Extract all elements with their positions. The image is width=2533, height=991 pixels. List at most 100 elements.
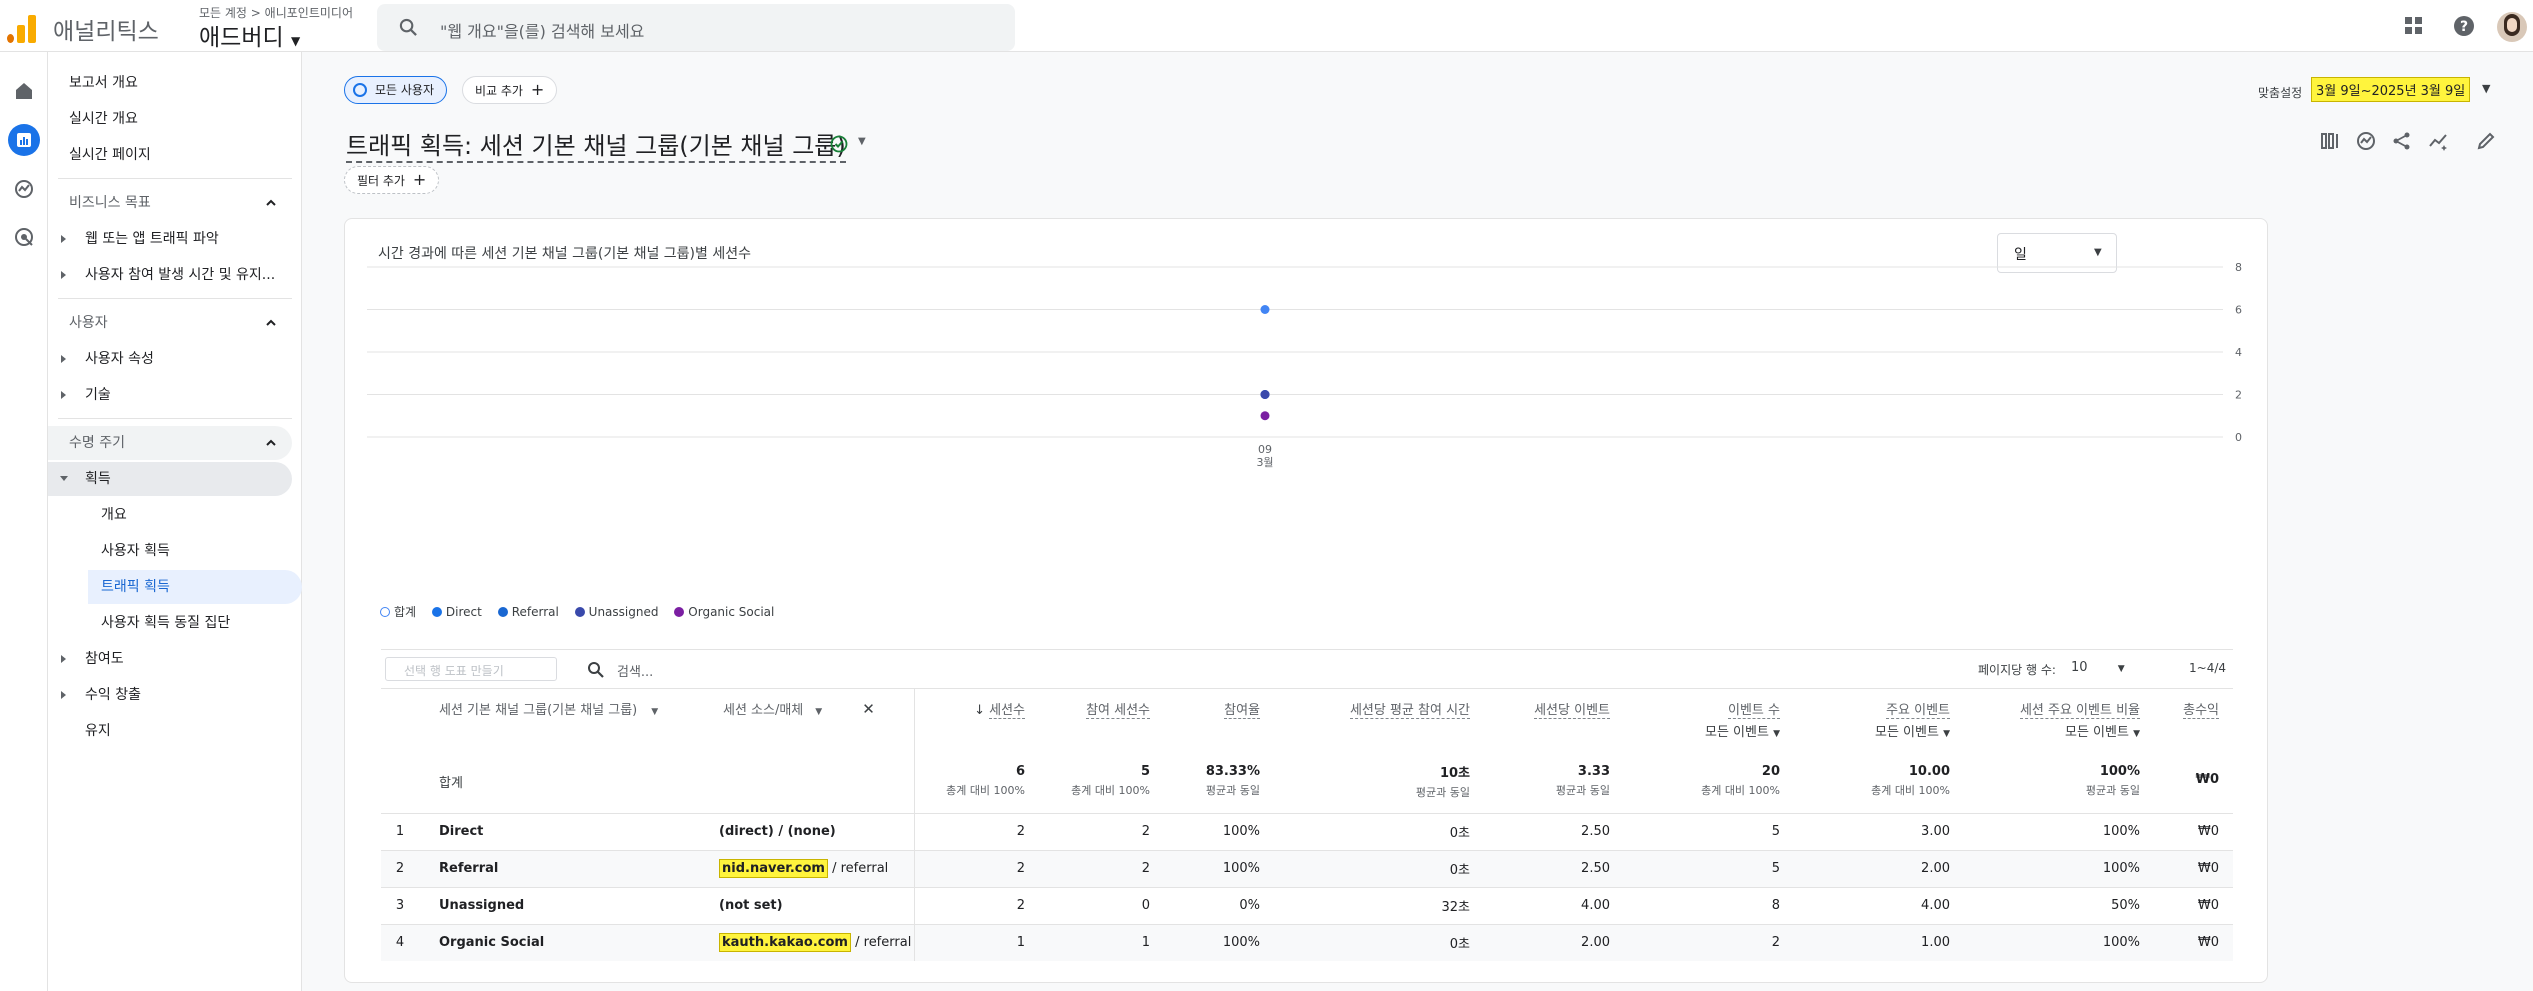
y-tick-label: 4: [2235, 346, 2242, 359]
total-cell: 20 총계 대비 100%: [1624, 748, 1794, 813]
col-header-event-count[interactable]: 이벤트 수 모든 이벤트 ▼: [1624, 689, 1794, 749]
nav-item-traffic-acquisition[interactable]: 트래픽 획득: [101, 570, 170, 604]
explore-icon[interactable]: [8, 173, 40, 205]
collapse-arrow-icon[interactable]: [60, 476, 68, 481]
legend-item-total[interactable]: 합계: [380, 603, 416, 620]
date-range-picker[interactable]: 3월 9일~2025년 3월 9일: [2311, 77, 2471, 102]
nav-item-monetization[interactable]: 수익 창출: [85, 678, 141, 712]
nav-item-realtime-overview[interactable]: 실시간 개요: [69, 102, 138, 136]
caret-down-icon: ▼: [2117, 664, 2125, 674]
table-row[interactable]: 2 Referral nid.naver.com / referral 2 2 …: [381, 849, 2233, 887]
section-business-goals[interactable]: 비즈니스 목표: [69, 186, 151, 220]
advertising-icon[interactable]: [8, 221, 40, 253]
expand-arrow-icon[interactable]: [61, 691, 66, 699]
chevron-up-icon[interactable]: [264, 436, 278, 450]
data-point[interactable]: [1260, 305, 1270, 314]
col-header-engaged-sessions[interactable]: 참여 세션수: [1039, 689, 1164, 749]
expand-arrow-icon[interactable]: [61, 235, 66, 243]
nav-item-tech[interactable]: 기술: [85, 378, 111, 412]
property-selector[interactable]: 애드버디 ▼: [199, 18, 300, 52]
col-header-total-revenue[interactable]: 총수익: [2154, 689, 2233, 749]
apps-grid-icon[interactable]: [2403, 15, 2425, 37]
data-point[interactable]: [1260, 390, 1270, 399]
section-user[interactable]: 사용자: [69, 306, 108, 340]
nav-item-acq-overview[interactable]: 개요: [101, 498, 127, 532]
cell: 2.00: [1484, 923, 1624, 961]
analytics-logo-icon[interactable]: [7, 13, 37, 43]
cell: 100%: [1164, 849, 1274, 887]
totals-label: 합계: [419, 748, 719, 813]
nav-item-web-app-traffic[interactable]: 웹 또는 앱 트래픽 파악: [85, 222, 219, 256]
legend-item-referral[interactable]: Referral: [497, 605, 559, 619]
add-filter-label: 필터 추가: [357, 174, 405, 188]
nav-item-acquisition[interactable]: 획득: [85, 462, 111, 496]
add-comparison-chip[interactable]: 비교 추가 +: [462, 76, 558, 104]
date-caret-down-icon[interactable]: ▼: [2482, 82, 2490, 95]
legend-item-direct[interactable]: Direct: [431, 605, 482, 619]
edit-pencil-icon[interactable]: [2475, 130, 2497, 152]
legend-marker: [497, 607, 508, 617]
col-header-engagement-rate[interactable]: 참여율: [1164, 689, 1274, 749]
insights-icon[interactable]: [2355, 130, 2377, 152]
verified-check-icon[interactable]: [830, 135, 848, 153]
data-point[interactable]: [1260, 411, 1270, 421]
totals-row: 합계 6 총계 대비 100% 5 총계 대비 100% 83.33% 평균과 동일 …: [381, 748, 2233, 813]
share-icon[interactable]: [2391, 130, 2413, 152]
nav-item-engagement[interactable]: 참여도: [85, 642, 124, 676]
table-row[interactable]: 4 Organic Social kauth.kakao.com / refer…: [381, 923, 2233, 961]
cell: ₩0: [2154, 849, 2233, 887]
legend-item-organic-social[interactable]: Organic Social: [674, 605, 774, 619]
nav-item-report-overview[interactable]: 보고서 개요: [69, 66, 138, 100]
expand-arrow-icon[interactable]: [61, 655, 66, 663]
legend-label: Organic Social: [688, 605, 775, 619]
table-search-icon: [588, 662, 604, 678]
caret-down-icon: ▼: [651, 707, 659, 717]
home-icon[interactable]: [8, 75, 40, 107]
all-users-chip[interactable]: 모든 사용자: [344, 76, 448, 104]
legend-item-unassigned[interactable]: Unassigned: [574, 605, 658, 619]
expand-arrow-icon[interactable]: [61, 271, 66, 279]
dimension-2-header[interactable]: 세션 소스/매체 ▼ ✕: [719, 689, 915, 749]
avatar[interactable]: [2497, 12, 2527, 42]
nav-item-user-acquisition[interactable]: 사용자 획득: [101, 534, 170, 568]
cell: 2.50: [1484, 849, 1624, 887]
remove-dimension-close-icon[interactable]: ✕: [862, 700, 875, 718]
nav-item-user-acq-cohort[interactable]: 사용자 획득 동질 집단: [101, 606, 230, 640]
rows-per-page-label: 페이지당 행 수:: [1978, 663, 2056, 677]
expand-arrow-icon[interactable]: [61, 391, 66, 399]
col-label: 참여 세션수: [1086, 703, 1150, 719]
cell: 100%: [1964, 812, 2154, 850]
cell: 0초: [1274, 812, 1484, 850]
chevron-up-icon[interactable]: [264, 196, 278, 210]
rows-per-page-select[interactable]: 10 ▼: [2071, 660, 2125, 675]
reports-icon[interactable]: [8, 124, 40, 156]
report-card: 시간 경과에 따른 세션 기본 채널 그룹(기본 채널 그룹)별 세션수 일 ▼…: [344, 218, 2268, 983]
table-row[interactable]: 3 Unassigned (not set) 2 0 0% 32초 4.00 8…: [381, 886, 2233, 924]
help-icon[interactable]: ?: [2453, 15, 2475, 37]
title-caret-down-icon[interactable]: ▼: [858, 136, 866, 147]
cell: 2: [914, 849, 1039, 887]
nav-item-realtime-pages[interactable]: 실시간 페이지: [69, 138, 151, 172]
trend-sparkle-icon[interactable]: [2427, 130, 2449, 152]
caret-down-icon: ▼: [2133, 729, 2140, 739]
nav-item-retention[interactable]: 유지: [85, 714, 111, 748]
col-header-sessions[interactable]: ↓ 세션수: [914, 689, 1039, 749]
nav-item-engagement-time[interactable]: 사용자 참여 발생 시간 및 유지...: [85, 258, 275, 292]
plus-icon: +: [412, 170, 427, 189]
chevron-up-icon[interactable]: [264, 316, 278, 330]
search-bar[interactable]: "웹 개요"을(를) 검색해 보세요: [377, 4, 1015, 51]
segment-icon: [353, 83, 367, 97]
compare-columns-icon[interactable]: [2319, 130, 2341, 152]
create-chart-from-rows[interactable]: 선택 행 도표 만들기: [385, 657, 557, 681]
add-filter-chip[interactable]: 필터 추가 +: [344, 166, 440, 194]
col-header-session-key-event-rate[interactable]: 세션 주요 이벤트 비율 모든 이벤트 ▼: [1964, 689, 2154, 749]
table-row[interactable]: 1 Direct (direct) / (none) 2 2 100% 0초 2…: [381, 812, 2233, 850]
section-lifecycle[interactable]: 수명 주기: [69, 426, 125, 460]
table-search-input[interactable]: 검색...: [617, 661, 653, 680]
dimension-1-header[interactable]: 세션 기본 채널 그룹(기본 채널 그룹) ▼: [419, 689, 719, 749]
col-header-events-per-session[interactable]: 세션당 이벤트: [1484, 689, 1624, 749]
nav-item-user-attributes[interactable]: 사용자 속성: [85, 342, 154, 376]
col-header-avg-engagement-time[interactable]: 세션당 평균 참여 시간: [1274, 689, 1484, 749]
col-header-key-events[interactable]: 주요 이벤트 모든 이벤트 ▼: [1794, 689, 1964, 749]
expand-arrow-icon[interactable]: [61, 355, 66, 363]
